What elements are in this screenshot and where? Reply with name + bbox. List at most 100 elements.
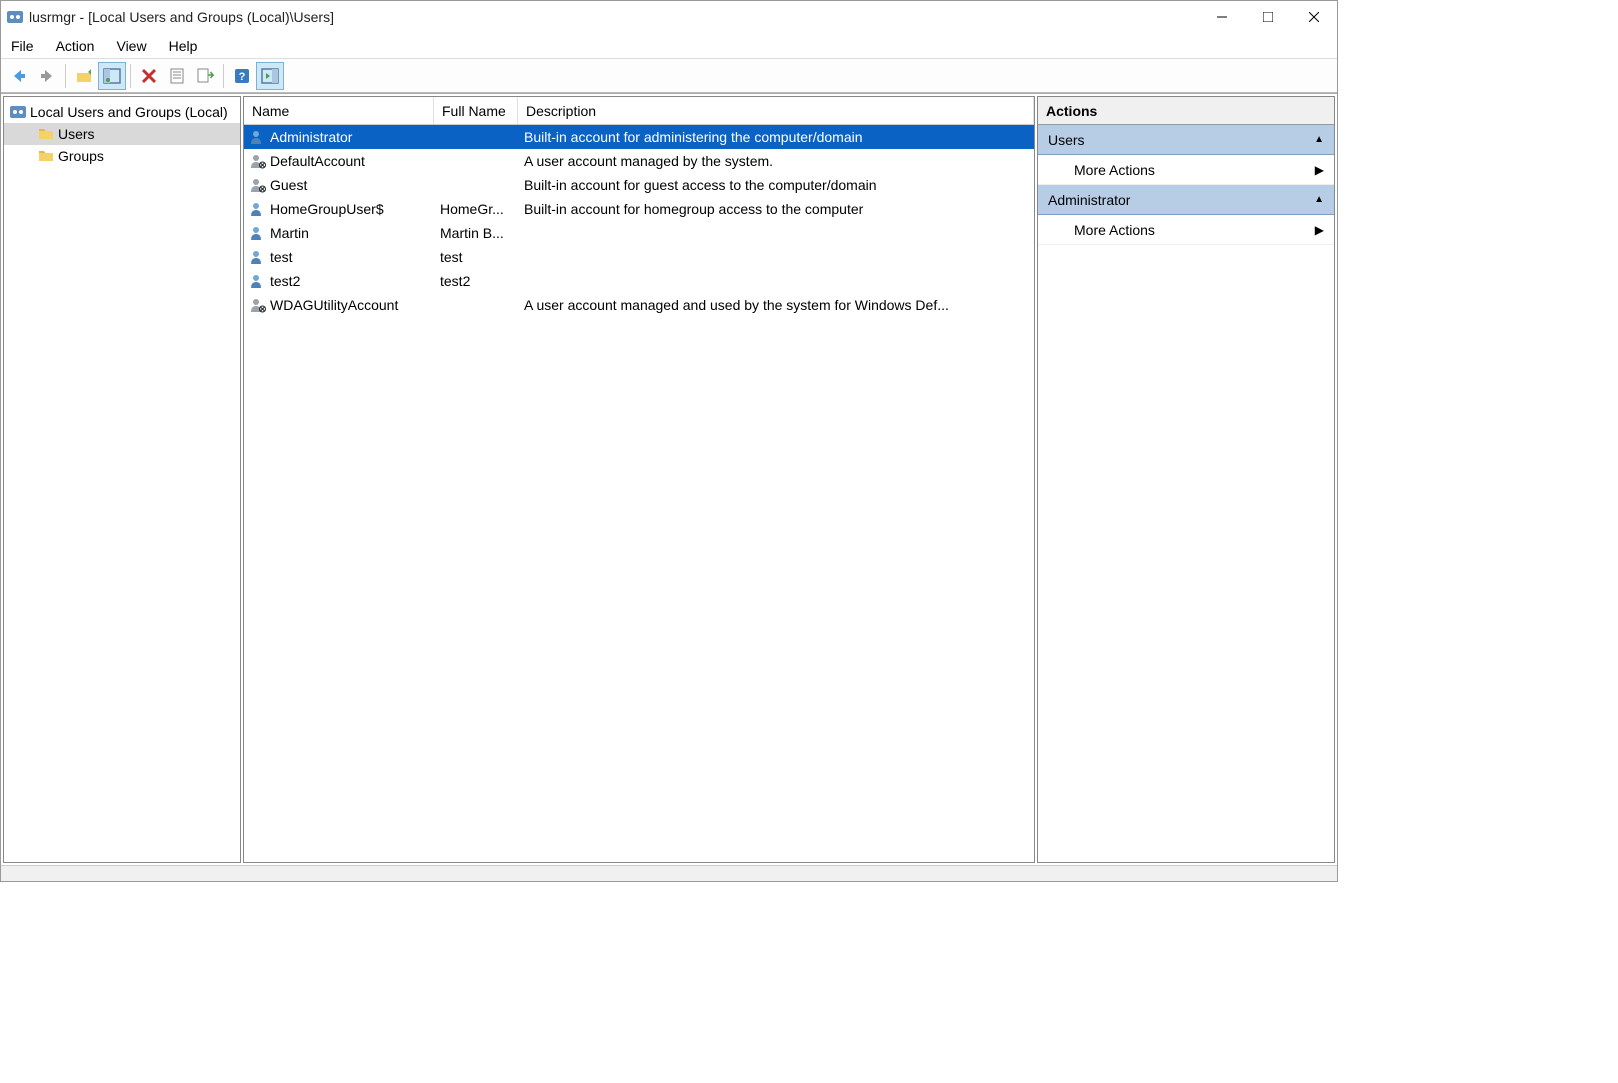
back-icon: [10, 67, 28, 85]
actions-pane: Actions Users ▲ More Actions ▶ Administr…: [1037, 96, 1335, 863]
tree-root-node[interactable]: Local Users and Groups (Local): [4, 101, 240, 123]
actions-more-users[interactable]: More Actions ▶: [1038, 155, 1334, 185]
actions-section-users-label: Users: [1048, 132, 1085, 148]
menu-action[interactable]: Action: [56, 38, 95, 54]
window-controls: [1199, 1, 1337, 33]
table-row[interactable]: HomeGroupUser$ HomeGr...Built-in account …: [244, 197, 1034, 221]
up-button[interactable]: [70, 62, 98, 90]
table-row[interactable]: test2test2: [244, 269, 1034, 293]
actions-section-administrator[interactable]: Administrator ▲: [1038, 185, 1334, 215]
folder-icon: [38, 126, 54, 142]
close-button[interactable]: [1291, 1, 1337, 33]
column-header-name[interactable]: Name: [244, 97, 434, 124]
user-icon: [250, 177, 266, 193]
column-header-fullname[interactable]: Full Name: [434, 97, 518, 124]
tree-users-label: Users: [58, 126, 95, 142]
forward-button[interactable]: [33, 62, 61, 90]
cell-description: Built-in account for administering the c…: [518, 129, 1034, 145]
folder-icon: [38, 148, 54, 164]
console-tree-icon: [103, 67, 121, 85]
user-icon: [250, 153, 266, 169]
properties-button[interactable]: [163, 62, 191, 90]
actions-title: Actions: [1038, 97, 1334, 125]
delete-button[interactable]: [135, 62, 163, 90]
column-header-description[interactable]: Description: [518, 97, 1034, 124]
menu-help[interactable]: Help: [169, 38, 198, 54]
maximize-icon: [1263, 12, 1273, 22]
menubar: File Action View Help: [1, 33, 1337, 59]
table-row[interactable]: testtest: [244, 245, 1034, 269]
table-row[interactable]: WDAGUtilityAccount A user account managed…: [244, 293, 1034, 317]
show-hide-action-pane-button[interactable]: [256, 62, 284, 90]
tree-pane[interactable]: Local Users and Groups (Local) Users Gro…: [3, 96, 241, 863]
properties-icon: [168, 67, 186, 85]
cell-name: test: [244, 249, 434, 265]
actions-section-admin-label: Administrator: [1048, 192, 1130, 208]
delete-icon: [140, 67, 158, 85]
svg-text:?: ?: [239, 71, 246, 83]
table-row[interactable]: Guest Built-in account for guest access t…: [244, 173, 1034, 197]
back-button[interactable]: [5, 62, 33, 90]
maximize-button[interactable]: [1245, 1, 1291, 33]
toolbar-separator: [223, 64, 224, 88]
cell-name-text: test: [270, 249, 293, 265]
cell-name: Guest: [244, 177, 434, 193]
cell-name-text: WDAGUtilityAccount: [270, 297, 398, 313]
user-icon: [250, 129, 266, 145]
tree-root: Local Users and Groups (Local) Users Gro…: [4, 97, 240, 171]
cell-description: Built-in account for homegroup access to…: [518, 201, 1034, 217]
export-icon: [196, 67, 214, 85]
app-window: lusrmgr - [Local Users and Groups (Local…: [0, 0, 1338, 882]
actions-more-users-label: More Actions: [1074, 162, 1155, 178]
table-row[interactable]: DefaultAccountA user account managed by …: [244, 149, 1034, 173]
table-row[interactable]: Administrator Built-in account for admini…: [244, 125, 1034, 149]
list-pane: Name Full Name Description Administrator…: [243, 96, 1035, 863]
cell-name-text: Martin: [270, 225, 309, 241]
cell-description: Built-in account for guest access to the…: [518, 177, 1034, 193]
cell-name: test2: [244, 273, 434, 289]
show-hide-console-button[interactable]: [98, 62, 126, 90]
tree-groups-node[interactable]: Groups: [4, 145, 240, 167]
cell-name-text: DefaultAccount: [270, 153, 365, 169]
user-icon: [250, 249, 266, 265]
cell-name: Martin: [244, 225, 434, 241]
tree-users-node[interactable]: Users: [4, 123, 240, 145]
help-icon: ?: [233, 67, 251, 85]
submenu-icon: ▶: [1315, 163, 1324, 177]
cell-name: DefaultAccount: [244, 153, 434, 169]
cell-name: WDAGUtilityAccount: [244, 297, 434, 313]
minimize-button[interactable]: [1199, 1, 1245, 33]
help-button[interactable]: ?: [228, 62, 256, 90]
group-icon: [10, 104, 26, 120]
actions-section-users[interactable]: Users ▲: [1038, 125, 1334, 155]
tree-root-label: Local Users and Groups (Local): [30, 104, 228, 120]
cell-description: A user account managed and used by the s…: [518, 297, 1034, 313]
menu-file[interactable]: File: [11, 38, 34, 54]
window-title: lusrmgr - [Local Users and Groups (Local…: [29, 9, 1199, 25]
user-icon: [250, 225, 266, 241]
cell-fullname: HomeGr...: [434, 201, 518, 217]
cell-fullname: Martin B...: [434, 225, 518, 241]
cell-name: HomeGroupUser$: [244, 201, 434, 217]
export-list-button[interactable]: [191, 62, 219, 90]
menu-view[interactable]: View: [116, 38, 146, 54]
tree-groups-label: Groups: [58, 148, 104, 164]
submenu-icon: ▶: [1315, 223, 1324, 237]
app-icon: [7, 9, 23, 25]
cell-name-text: Administrator: [270, 129, 352, 145]
status-bar: [1, 865, 1337, 881]
user-icon: [250, 201, 266, 217]
table-row[interactable]: Martin Martin B...: [244, 221, 1034, 245]
cell-fullname: test2: [434, 273, 518, 289]
list-body[interactable]: Administrator Built-in account for admini…: [244, 125, 1034, 862]
titlebar: lusrmgr - [Local Users and Groups (Local…: [1, 1, 1337, 33]
actions-more-admin-label: More Actions: [1074, 222, 1155, 238]
cell-name: Administrator: [244, 129, 434, 145]
action-pane-icon: [261, 67, 279, 85]
toolbar-separator: [130, 64, 131, 88]
actions-more-admin[interactable]: More Actions ▶: [1038, 215, 1334, 245]
minimize-icon: [1217, 12, 1227, 22]
cell-name-text: Guest: [270, 177, 307, 193]
list-header: Name Full Name Description: [244, 97, 1034, 125]
cell-name-text: HomeGroupUser$: [270, 201, 384, 217]
